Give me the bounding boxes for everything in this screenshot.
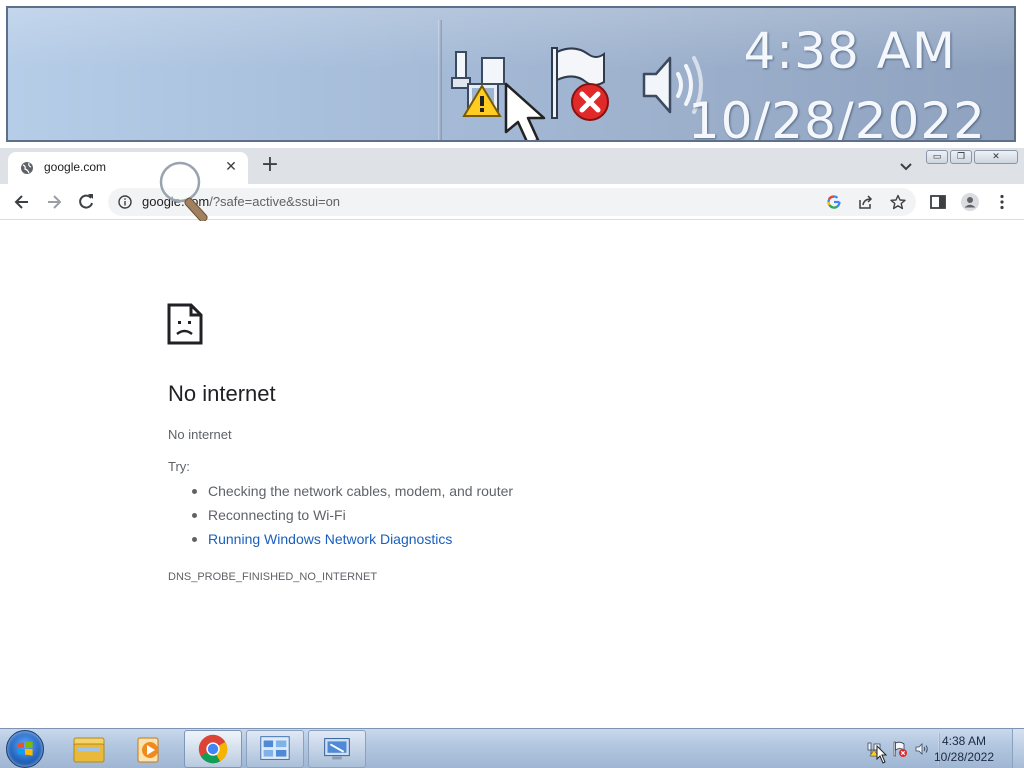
tab-search-chevron-icon[interactable] <box>896 156 916 176</box>
tab-strip: google.com ✕ + ▭ ❐ ✕ <box>0 148 1024 184</box>
error-code: DNS_PROBE_FINISHED_NO_INTERNET <box>168 571 378 583</box>
minimize-button[interactable]: ▭ <box>926 150 948 164</box>
tray-separator <box>438 20 442 140</box>
reload-icon[interactable] <box>76 192 96 212</box>
info-icon[interactable] <box>118 195 132 209</box>
sad-page-icon <box>167 303 203 345</box>
magnifier-cursor-icon <box>159 161 208 223</box>
close-window-button[interactable]: ✕ <box>974 150 1018 164</box>
chrome-icon <box>198 734 228 764</box>
tab-title: google.com <box>44 160 107 174</box>
taskbar-media-player[interactable] <box>120 730 178 768</box>
url-path: /?safe=active&ssui=on <box>209 194 341 209</box>
google-lens-icon[interactable] <box>826 194 842 210</box>
tray-clock-date: 10/28/2022 <box>933 750 995 764</box>
profile-icon[interactable] <box>960 192 980 212</box>
tray-clock[interactable]: 4:38 AM 10/28/2022 <box>924 733 1004 765</box>
error-page: No internet No internet Try: Checking th… <box>0 221 1024 728</box>
network-diagnostics-link[interactable]: Running Windows Network Diagnostics <box>190 529 513 553</box>
tray-clock-time: 4:38 AM <box>941 734 987 748</box>
forward-icon[interactable] <box>44 192 64 212</box>
star-icon[interactable] <box>890 194 906 210</box>
maximize-button[interactable]: ❐ <box>950 150 972 164</box>
menu-icon[interactable] <box>992 192 1012 212</box>
windows-logo-icon <box>17 741 33 756</box>
suggestion-check-cables: Checking the network cables, modem, and … <box>190 481 513 505</box>
try-label: Try: <box>168 459 190 474</box>
taskbar-explorer[interactable] <box>60 730 118 768</box>
suggestion-list: Checking the network cables, modem, and … <box>190 481 513 553</box>
zoomed-tray-panel: 4:38 AM 10/28/2022 <box>6 6 1016 142</box>
suggestion-reconnect-wifi: Reconnecting to Wi-Fi <box>190 505 513 529</box>
screen: 4:38 AM 10/28/2022 google.com ✕ + ▭ ❐ ✕ <box>0 0 1024 768</box>
start-button[interactable] <box>6 730 44 768</box>
remote-desktop-icon <box>324 738 350 760</box>
taskbar-control-panel[interactable] <box>246 730 304 768</box>
action-center-error-icon[interactable] <box>544 42 616 124</box>
control-panel-icon <box>260 736 290 760</box>
error-subtitle: No internet <box>168 427 232 442</box>
page-title: No internet <box>168 381 276 406</box>
taskbar-chrome[interactable] <box>184 730 242 768</box>
browser-toolbar: google.com/?safe=active&ssui=on <box>0 184 1024 220</box>
explorer-icon <box>73 737 105 763</box>
back-icon[interactable] <box>12 192 32 212</box>
action-center-error-icon[interactable] <box>892 741 908 757</box>
taskbar-remote-desktop[interactable] <box>308 730 366 768</box>
zoomed-clock-date: 10/28/2022 <box>687 92 986 142</box>
show-desktop-button[interactable] <box>1012 729 1024 768</box>
new-tab-button[interactable]: + <box>258 154 282 178</box>
side-panel-icon[interactable] <box>928 192 948 212</box>
address-bar[interactable]: google.com/?safe=active&ssui=on <box>108 188 916 216</box>
zoomed-clock-time: 4:38 AM <box>743 22 956 80</box>
window-controls: ▭ ❐ ✕ <box>926 150 1020 166</box>
taskbar: 4:38 AM 10/28/2022 <box>0 728 1024 768</box>
share-icon[interactable] <box>858 194 874 210</box>
globe-icon <box>21 162 33 174</box>
media-player-icon <box>137 737 159 763</box>
mouse-cursor-icon <box>876 745 888 764</box>
tab-close-button[interactable]: ✕ <box>222 158 240 176</box>
